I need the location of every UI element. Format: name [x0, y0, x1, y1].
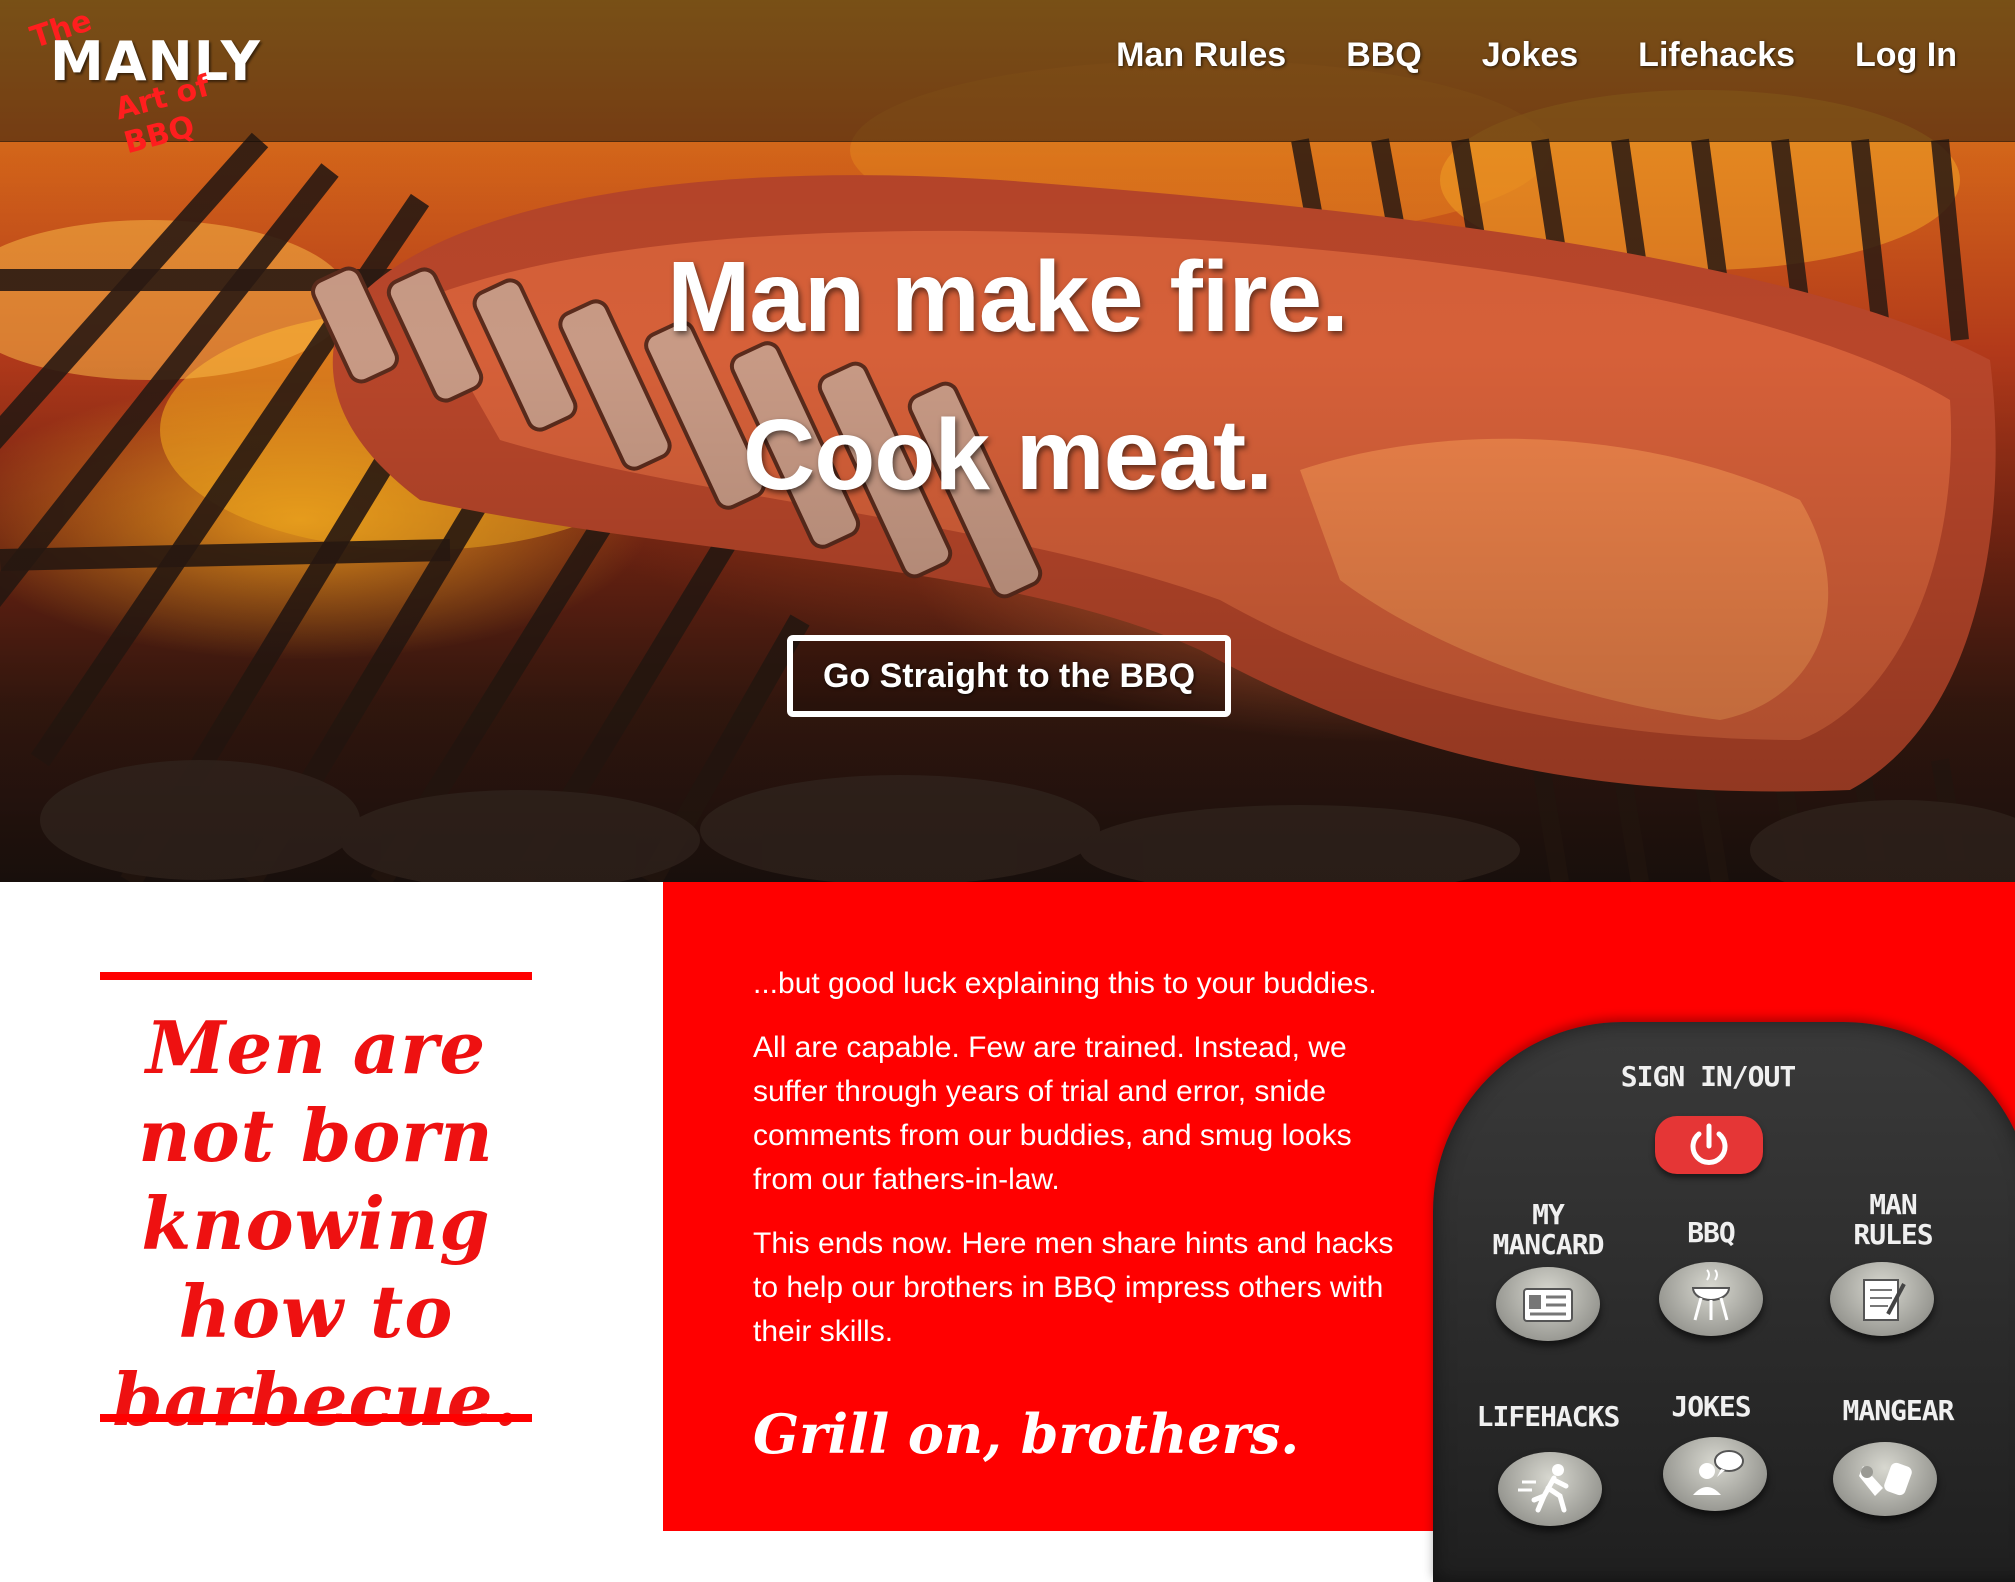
remote-label-my-mancard: MY MANCARD — [1492, 1198, 1604, 1261]
intro-copy: ...but good luck explaining this to your… — [753, 962, 1403, 1374]
remote-label-lifehacks: LIFEHACKS — [1476, 1400, 1621, 1433]
nav-link-lifehacks[interactable]: Lifehacks — [1638, 36, 1795, 75]
remote-label-jokes: JOKES — [1671, 1390, 1751, 1423]
quote-divider-bottom — [100, 1414, 532, 1422]
jokes-button[interactable] — [1663, 1437, 1767, 1511]
main-nav: Man Rules BBQ Jokes Lifehacks Log In — [1056, 36, 1957, 75]
intro-panel: ...but good luck explaining this to your… — [663, 882, 2015, 1582]
sign-in-out-button[interactable] — [1655, 1116, 1763, 1174]
signoff-text: Grill on, brothers. — [753, 1402, 1300, 1466]
intro-paragraph-1: ...but good luck explaining this to your… — [753, 967, 1377, 1000]
hero-headline-line1: Man make fire. — [667, 241, 1349, 353]
quote-panel: Men are not born knowing how to barbecue… — [0, 882, 663, 1531]
my-mancard-button[interactable] — [1496, 1267, 1600, 1341]
quote-divider-top — [100, 972, 532, 980]
running-man-icon — [1518, 1464, 1569, 1513]
remote-label-man-rules: MAN RULES — [1853, 1188, 1933, 1251]
notepad-icon — [1863, 1279, 1906, 1321]
site-logo[interactable]: The MANLY Art of BBQ — [26, 3, 260, 161]
intro-paragraph-2: All are capable. Few are trained. Instea… — [753, 1031, 1352, 1196]
grill-icon — [1691, 1269, 1731, 1321]
remote-label-mangear: MANGEAR — [1842, 1394, 1954, 1427]
nav-link-man-rules[interactable]: Man Rules — [1116, 36, 1286, 75]
top-navbar: The MANLY Art of BBQ Man Rules BBQ Jokes… — [0, 0, 2015, 161]
speech-bubble-icon — [1693, 1450, 1744, 1495]
mangear-button[interactable] — [1833, 1442, 1937, 1516]
power-icon — [1690, 1123, 1728, 1165]
remote-control-menu: SIGN IN/OUT MY MANCARD BBQ MAN RULES LIF… — [1433, 1022, 2015, 1582]
hero-headline-line2: Cook meat. — [742, 399, 1273, 511]
id-card-icon — [1523, 1288, 1573, 1322]
man-rules-button[interactable] — [1830, 1262, 1934, 1336]
lifehacks-button[interactable] — [1498, 1452, 1602, 1526]
remote-label-sign-in-out: SIGN IN/OUT — [1620, 1060, 1796, 1093]
nav-link-jokes[interactable]: Jokes — [1482, 36, 1578, 75]
intro-quote: Men are not born knowing how to barbecue… — [112, 1005, 520, 1442]
go-to-bbq-button[interactable]: Go Straight to the BBQ — [787, 635, 1231, 717]
bbq-button[interactable] — [1659, 1262, 1763, 1336]
gear-tools-icon — [1859, 1462, 1912, 1496]
intro-paragraph-3: This ends now. Here men share hints and … — [753, 1227, 1394, 1348]
hero-banner: The MANLY Art of BBQ Man Rules BBQ Jokes… — [0, 0, 2015, 882]
nav-link-log-in[interactable]: Log In — [1855, 36, 1957, 75]
nav-link-bbq[interactable]: BBQ — [1346, 36, 1422, 75]
remote-label-bbq: BBQ — [1687, 1216, 1736, 1249]
